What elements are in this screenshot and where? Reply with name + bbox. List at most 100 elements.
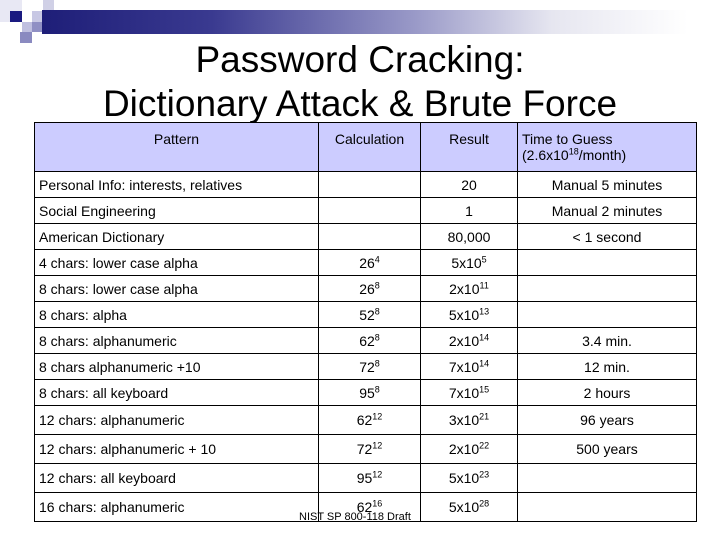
calc-base: 62 xyxy=(356,412,373,428)
cell-result: 3x1021 xyxy=(420,405,518,435)
cell-result: 2x1022 xyxy=(420,434,518,464)
result-base: 2x10 xyxy=(448,441,480,457)
cell-pattern: 8 chars: alpha xyxy=(34,301,319,328)
result-exponent: 28 xyxy=(479,498,490,509)
cell-calculation: 728 xyxy=(318,353,421,380)
cell-pattern: 8 chars: all keyboard xyxy=(34,379,319,406)
cell-time-to-guess: 12 min. xyxy=(517,353,697,380)
cell-calculation: 958 xyxy=(318,379,421,406)
cell-pattern: Personal Info: interests, relatives xyxy=(34,171,319,198)
calc-exponent: 8 xyxy=(374,357,380,368)
cell-result: 7x1014 xyxy=(420,353,518,380)
calc-exponent: 4 xyxy=(374,253,380,264)
rate-base: (2.6x10 xyxy=(522,147,569,163)
cell-pattern: 8 chars: lower case alpha xyxy=(34,275,319,302)
table-row: 8 chars: alpha 528 5x1013 xyxy=(34,301,697,328)
result-exponent: 23 xyxy=(479,469,490,480)
cell-time-to-guess: Manual 5 minutes xyxy=(517,171,697,198)
cell-calculation: 628 xyxy=(318,327,421,354)
table-row: 8 chars alphanumeric +10 728 7x1014 12 min. xyxy=(34,353,697,380)
header-time-to-guess: Time to Guess (2.6x1018/month) xyxy=(517,122,697,172)
table-row: 12 chars: alphanumeric 6212 3x1021 96 years xyxy=(34,405,697,435)
header-time-rate: (2.6x1018/month) xyxy=(522,147,692,163)
rate-unit: /month) xyxy=(578,147,627,163)
result-base: 7x10 xyxy=(448,358,480,375)
cell-result: 5x1028 xyxy=(420,492,518,522)
result-base: 7x10 xyxy=(448,384,480,401)
table-row: 8 chars: alphanumeric 628 2x1014 3.4 min. xyxy=(34,327,697,354)
header-time-label: Time to Guess xyxy=(522,131,613,147)
cell-time-to-guess xyxy=(517,249,697,276)
logo-square xyxy=(10,11,22,22)
result-exponent: 21 xyxy=(479,411,490,422)
cell-result: 20 xyxy=(420,171,518,198)
result-base: 5x10 xyxy=(448,470,480,486)
cell-pattern: 12 chars: alphanumeric xyxy=(34,405,319,435)
cell-calculation: 6212 xyxy=(318,405,421,435)
slide-title: Password Cracking: Dictionary Attack & B… xyxy=(0,38,720,126)
cell-result: 5x105 xyxy=(420,249,518,276)
cell-time-to-guess: 2 hours xyxy=(517,379,697,406)
header-calculation: Calculation xyxy=(318,122,421,172)
cell-result: 5x1013 xyxy=(420,301,518,328)
cell-calculation: 264 xyxy=(318,249,421,276)
cell-time-to-guess: 96 years xyxy=(517,405,697,435)
result-base: 2x10 xyxy=(449,280,480,297)
result-exponent: 11 xyxy=(479,279,489,290)
cell-pattern: Social Engineering xyxy=(34,197,319,224)
result-base: 3x10 xyxy=(448,412,480,428)
cell-calculation: 9512 xyxy=(318,463,421,493)
cell-calculation xyxy=(318,223,421,250)
cell-calculation xyxy=(318,197,421,224)
table-row: 8 chars: lower case alpha 268 2x1011 xyxy=(34,275,697,302)
cell-time-to-guess: 500 years xyxy=(517,434,697,464)
cell-pattern: 8 chars alphanumeric +10 xyxy=(34,353,319,380)
result-exponent: 22 xyxy=(479,440,490,451)
cell-pattern: 4 chars: lower case alpha xyxy=(34,249,319,276)
calc-exponent: 12 xyxy=(372,411,383,422)
calc-base: 52 xyxy=(359,306,375,323)
cell-calculation: 528 xyxy=(318,301,421,328)
result-base: 5x10 xyxy=(451,254,482,271)
cell-result: 1 xyxy=(420,197,518,224)
result-base: 20 xyxy=(461,176,477,193)
logo-square xyxy=(22,0,42,11)
result-base: 80,000 xyxy=(447,228,491,245)
cell-time-to-guess: < 1 second xyxy=(517,223,697,250)
logo-square xyxy=(22,22,32,32)
rate-exponent: 18 xyxy=(568,146,579,157)
calc-exponent: 8 xyxy=(374,305,380,316)
result-base: 5x10 xyxy=(448,306,480,323)
table-row: 4 chars: lower case alpha 264 5x105 xyxy=(34,249,697,276)
cell-time-to-guess xyxy=(517,492,697,522)
cell-time-to-guess xyxy=(517,301,697,328)
calc-exponent: 8 xyxy=(374,331,380,342)
cell-calculation xyxy=(318,171,421,198)
slide-title-line-2: Dictionary Attack & Brute Force xyxy=(102,83,618,124)
cell-result: 2x1011 xyxy=(420,275,518,302)
result-base: 1 xyxy=(465,202,473,219)
cell-result: 7x1015 xyxy=(420,379,518,406)
cell-pattern: 12 chars: all keyboard xyxy=(34,463,319,493)
table-row: American Dictionary 80,000 < 1 second xyxy=(34,223,697,250)
password-cracking-table: Pattern Calculation Result Time to Guess… xyxy=(34,122,697,522)
calc-base: 72 xyxy=(356,441,373,457)
cell-pattern: 12 chars: alphanumeric + 10 xyxy=(34,434,319,464)
cell-result: 5x1023 xyxy=(420,463,518,493)
table-row: Personal Info: interests, relatives 20 Man… xyxy=(34,171,697,198)
calc-base: 95 xyxy=(356,470,373,486)
result-exponent: 13 xyxy=(479,305,490,316)
table-header-row: Pattern Calculation Result Time to Guess… xyxy=(34,122,697,172)
cell-time-to-guess xyxy=(517,275,697,302)
calc-exponent: 12 xyxy=(372,469,383,480)
cell-time-to-guess xyxy=(517,463,697,493)
header-result: Result xyxy=(420,122,518,172)
result-base: 5x10 xyxy=(448,499,480,515)
source-note: NIST SP 800-118 Draft xyxy=(299,511,411,523)
cell-calculation: 7212 xyxy=(318,434,421,464)
result-exponent: 15 xyxy=(479,383,490,394)
cell-pattern: 16 chars: alphanumeric xyxy=(34,492,319,522)
cell-calculation: 268 xyxy=(318,275,421,302)
calc-base: 26 xyxy=(359,280,375,297)
result-exponent: 14 xyxy=(479,331,490,342)
